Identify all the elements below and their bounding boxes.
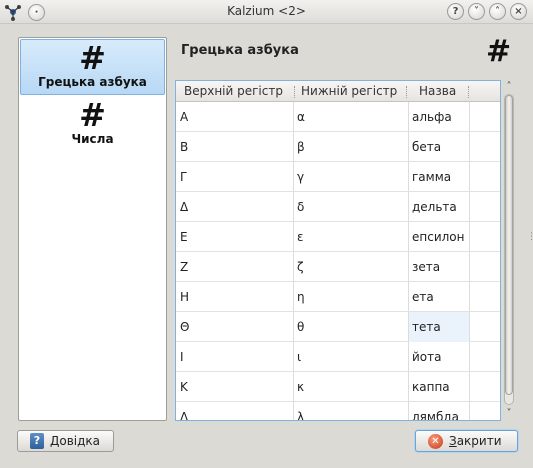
- cell-lowercase: γ: [297, 170, 305, 184]
- cell-lowercase: η: [297, 290, 305, 304]
- minimize-button[interactable]: ˅: [468, 3, 485, 20]
- column-separator[interactable]: [406, 86, 407, 98]
- maximize-button[interactable]: ˄: [489, 3, 506, 20]
- cell-uppercase: Δ: [180, 200, 189, 214]
- column-header-name[interactable]: Назва: [419, 84, 456, 98]
- cell-name: альфа: [412, 110, 452, 124]
- cell-uppercase: Θ: [180, 320, 190, 334]
- help-button-label: Довідка: [50, 434, 101, 448]
- cell-lowercase: δ: [297, 200, 305, 214]
- scroll-down-arrow-icon[interactable]: ˅: [502, 407, 516, 421]
- cell-uppercase: Ε: [180, 230, 188, 244]
- table-row[interactable]: Κκ каппа: [176, 372, 500, 402]
- cell-uppercase: Α: [180, 110, 189, 124]
- cell-name: тета: [409, 312, 469, 342]
- table-row[interactable]: Ιι йота: [176, 342, 500, 372]
- greek-alphabet-table[interactable]: Верхній регістр Нижній регістр Назва Αα а…: [175, 80, 501, 421]
- sidebar-item-greek-alphabet[interactable]: # Грецька азбука: [20, 39, 165, 95]
- cell-lowercase: α: [297, 110, 305, 124]
- sidebar-item-label: Грецька азбука: [38, 75, 147, 89]
- cell-name: зета: [412, 260, 441, 274]
- cell-uppercase: Η: [180, 290, 190, 304]
- cell-lowercase: κ: [297, 380, 305, 394]
- table-row[interactable]: Αα альфа: [176, 102, 500, 132]
- close-circle-icon: ✕: [428, 433, 443, 449]
- page-hash-icon: #: [486, 34, 512, 69]
- column-header-lowercase[interactable]: Нижній регістр: [301, 84, 397, 98]
- column-separator[interactable]: [468, 86, 469, 98]
- splitter-grip-icon[interactable]: ⋮: [527, 232, 533, 242]
- hash-icon: #: [79, 39, 106, 77]
- cell-uppercase: Ι: [180, 350, 184, 364]
- cell-name: лямбда: [412, 410, 459, 421]
- scroll-up-arrow-icon[interactable]: ˄: [502, 80, 516, 94]
- cell-name: ета: [412, 290, 434, 304]
- cell-lowercase: ι: [297, 350, 302, 364]
- cell-uppercase: Γ: [180, 170, 187, 184]
- cell-name: йота: [412, 350, 442, 364]
- table-row[interactable]: Γγ гамма: [176, 162, 500, 192]
- title-bar: · Kalzium <2> ? ˅ ˄ ×: [0, 0, 533, 24]
- cell-lowercase: ε: [297, 230, 304, 244]
- help-button[interactable]: ? Довідка: [17, 430, 114, 452]
- cell-lowercase: λ: [297, 410, 305, 421]
- scrollbar-track[interactable]: [504, 94, 514, 405]
- table-row[interactable]: Εε епсилон: [176, 222, 500, 252]
- help-book-icon: ?: [30, 433, 44, 449]
- column-header-uppercase[interactable]: Верхній регістр: [184, 84, 283, 98]
- table-header: Верхній регістр Нижній регістр Назва: [176, 81, 500, 102]
- table-scrollbar[interactable]: ˄ ˅: [502, 80, 516, 421]
- cell-lowercase: ζ: [297, 260, 304, 274]
- cell-lowercase: θ: [297, 320, 305, 334]
- cell-name: бета: [412, 140, 442, 154]
- cell-name: епсилон: [412, 230, 465, 244]
- close-button[interactable]: ✕ Закрити: [415, 430, 518, 452]
- window-controls: ? ˅ ˄ ×: [447, 3, 527, 20]
- hash-icon: #: [79, 96, 106, 134]
- table-row[interactable]: Λλ лямбда: [176, 402, 500, 421]
- table-row[interactable]: Θθ тета: [176, 312, 500, 342]
- table-row[interactable]: Ββ бета: [176, 132, 500, 162]
- cell-uppercase: Β: [180, 140, 189, 154]
- cell-name: каппа: [412, 380, 450, 394]
- column-separator[interactable]: [294, 86, 295, 98]
- cell-lowercase: β: [297, 140, 305, 154]
- scrollbar-thumb[interactable]: [505, 95, 513, 395]
- sidebar-item-numbers[interactable]: # Числа: [20, 97, 165, 153]
- page-title: Грецька азбука: [181, 43, 299, 58]
- sidebar: # Грецька азбука # Числа: [18, 37, 167, 421]
- sidebar-item-label: Числа: [71, 132, 114, 146]
- table-row[interactable]: Ηη ета: [176, 282, 500, 312]
- close-window-button[interactable]: ×: [510, 3, 527, 20]
- cell-uppercase: Κ: [180, 380, 188, 394]
- cell-name: гамма: [412, 170, 452, 184]
- table-row[interactable]: Ζζ зета: [176, 252, 500, 282]
- close-button-label: Закрити: [449, 434, 502, 448]
- cell-uppercase: Λ: [180, 410, 189, 421]
- cell-name: дельта: [412, 200, 457, 214]
- help-title-button[interactable]: ?: [447, 3, 464, 20]
- table-row[interactable]: Δδ дельта: [176, 192, 500, 222]
- cell-uppercase: Ζ: [180, 260, 189, 274]
